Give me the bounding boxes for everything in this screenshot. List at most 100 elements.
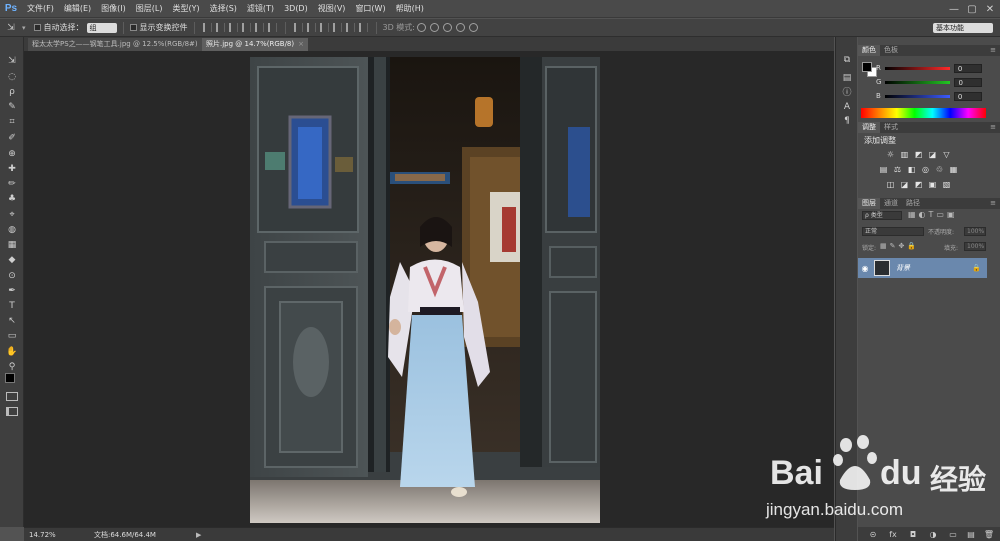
properties-panel-icon[interactable]: ▤ (840, 71, 854, 84)
auto-select-dropdown[interactable]: 组 (86, 22, 117, 33)
brightness-contrast-icon[interactable]: ☼ (885, 149, 896, 160)
slide-3d-icon[interactable] (456, 23, 466, 32)
healing-brush-tool-icon[interactable]: ⊕ (4, 147, 20, 161)
rotate-3d-icon[interactable] (417, 23, 427, 32)
visibility-eye-icon[interactable]: ◉ (858, 264, 872, 273)
foreground-color-swatch[interactable] (5, 373, 15, 383)
history-panel-icon[interactable]: ⧉ (840, 53, 854, 66)
blur-tool-icon[interactable]: ▦ (4, 238, 20, 252)
color-balance-icon[interactable]: ⚖ (892, 164, 903, 175)
align-right-icon[interactable] (267, 23, 277, 32)
photo-filter-icon[interactable]: ◎ (920, 164, 931, 175)
align-bottom-icon[interactable] (228, 23, 238, 32)
tab-styles[interactable]: 样式 (880, 122, 902, 133)
show-transform-checkbox[interactable] (129, 24, 137, 31)
menu-select[interactable]: 选择(S) (205, 0, 242, 18)
green-value[interactable]: 0 (954, 77, 983, 87)
quick-mask-icon[interactable] (6, 392, 18, 401)
vibrance-icon[interactable]: ▽ (941, 149, 952, 160)
marquee-tool-icon[interactable]: ◌ (4, 70, 20, 84)
align-hcenter-icon[interactable] (254, 23, 264, 32)
distribute-bottom-icon[interactable] (319, 23, 329, 32)
fill-input[interactable]: 100% (964, 242, 986, 251)
selective-color-icon[interactable]: ▧ (941, 179, 952, 190)
black-white-icon[interactable]: ◧ (906, 164, 917, 175)
brush-tool-icon[interactable]: ✚ (4, 162, 20, 176)
levels-icon[interactable]: ▥ (899, 149, 910, 160)
eraser-tool-icon[interactable]: ⌖ (4, 208, 20, 222)
menu-edit[interactable]: 编辑(E) (59, 0, 96, 18)
gradient-map-icon[interactable]: ▣ (927, 179, 938, 190)
blue-value[interactable]: 0 (953, 91, 982, 101)
panel-menu-icon[interactable]: ≡ (990, 122, 996, 133)
history-brush-tool-icon[interactable]: ♣ (4, 192, 20, 206)
auto-select-checkbox[interactable] (33, 24, 41, 31)
blue-slider[interactable] (884, 94, 950, 98)
zoom-tool-icon[interactable]: ⚲ (4, 360, 20, 374)
menu-layer[interactable]: 图层(L) (131, 0, 168, 18)
distribute-right-icon[interactable] (358, 23, 368, 32)
roll-3d-icon[interactable] (430, 23, 440, 32)
menu-image[interactable]: 图像(I) (96, 0, 131, 18)
tab-document-2[interactable]: 照片.jpg @ 14.7%(RGB/8) × (202, 38, 308, 51)
dodge-sponge-tool-icon[interactable]: ⊙ (4, 269, 20, 283)
gradient-tool-icon[interactable]: ◍ (4, 223, 20, 237)
layer-background-row[interactable]: ◉ 背景 🔒 (858, 258, 987, 278)
tab-paths[interactable]: 路径 (902, 198, 924, 209)
pen-tool-icon[interactable]: ✒ (4, 284, 20, 298)
menu-view[interactable]: 视图(V) (313, 0, 351, 18)
distribute-left-icon[interactable] (332, 23, 342, 32)
type-tool-icon[interactable]: T (4, 299, 20, 313)
document-image[interactable] (250, 57, 600, 523)
layer-filter-dropdown[interactable]: ρ 类型 (862, 211, 902, 220)
opacity-input[interactable]: 100% (964, 227, 986, 236)
workspace-dropdown[interactable]: 基本功能 (933, 23, 993, 33)
posterize-icon[interactable]: ◪ (899, 179, 910, 190)
menu-file[interactable]: 文件(F) (22, 0, 59, 18)
panel-menu-icon[interactable]: ≡ (990, 198, 996, 209)
align-top-icon[interactable] (202, 23, 212, 32)
distribute-hcenter-icon[interactable] (345, 23, 355, 32)
red-value[interactable]: 0 (953, 63, 982, 73)
layer-filter-icons[interactable]: ▦◐T▭▣ (908, 210, 958, 219)
menu-help[interactable]: 帮助(H) (391, 0, 429, 18)
align-left-icon[interactable] (241, 23, 251, 32)
dodge-tool-icon[interactable]: ◆ (4, 253, 20, 267)
color-lookup-icon[interactable]: ▦ (948, 164, 959, 175)
tab-layers[interactable]: 图层 (858, 198, 880, 209)
menu-3d[interactable]: 3D(D) (279, 0, 313, 18)
tab-color[interactable]: 颜色 (858, 45, 880, 56)
paragraph-panel-icon[interactable]: ¶ (840, 114, 854, 127)
exposure-icon[interactable]: ◪ (927, 149, 938, 160)
preset-dropdown-icon[interactable]: ▾ (22, 24, 26, 32)
hand-tool-icon[interactable]: ✋ (4, 345, 20, 359)
tab-adjustments[interactable]: 调整 (858, 122, 880, 133)
tab-channels[interactable]: 通道 (880, 198, 902, 209)
maximize-button[interactable]: ▢ (964, 0, 980, 18)
blend-mode-dropdown[interactable]: 正常 (862, 227, 924, 236)
layer-name[interactable]: 背景 (896, 263, 910, 273)
rectangle-tool-icon[interactable]: ▭ (4, 329, 20, 343)
screen-mode-icon[interactable] (6, 407, 18, 416)
hue-saturation-icon[interactable]: ▤ (878, 164, 889, 175)
path-select-tool-icon[interactable]: ↖ (4, 314, 20, 328)
tab-close-icon[interactable]: × (298, 40, 304, 48)
minimize-button[interactable]: — (946, 0, 962, 18)
align-vcenter-icon[interactable] (215, 23, 225, 32)
zoom-level[interactable]: 14.72% (29, 531, 79, 539)
status-menu-arrow-icon[interactable]: ▶ (196, 531, 201, 539)
menu-window[interactable]: 窗口(W) (350, 0, 390, 18)
eyedropper-tool-icon[interactable]: ✐ (4, 131, 20, 145)
color-spectrum[interactable] (861, 108, 986, 118)
info-panel-icon[interactable]: ⓘ (840, 85, 854, 98)
tab-document-1[interactable]: 程太太学PS之——钢笔工具.jpg @ 12.5%(RGB/8#)× (28, 38, 212, 51)
menu-filter[interactable]: 滤镜(T) (242, 0, 279, 18)
menu-type[interactable]: 类型(Y) (167, 0, 204, 18)
move-tool-icon[interactable]: ⇲ (4, 54, 20, 68)
quick-select-tool-icon[interactable]: ✎ (4, 100, 20, 114)
tab-swatches[interactable]: 色板 (880, 45, 902, 56)
scale-3d-icon[interactable] (469, 23, 479, 32)
threshold-icon[interactable]: ◩ (913, 179, 924, 190)
lock-icons[interactable]: ▦✎✥🔒 (880, 242, 919, 250)
red-slider[interactable] (884, 66, 950, 70)
